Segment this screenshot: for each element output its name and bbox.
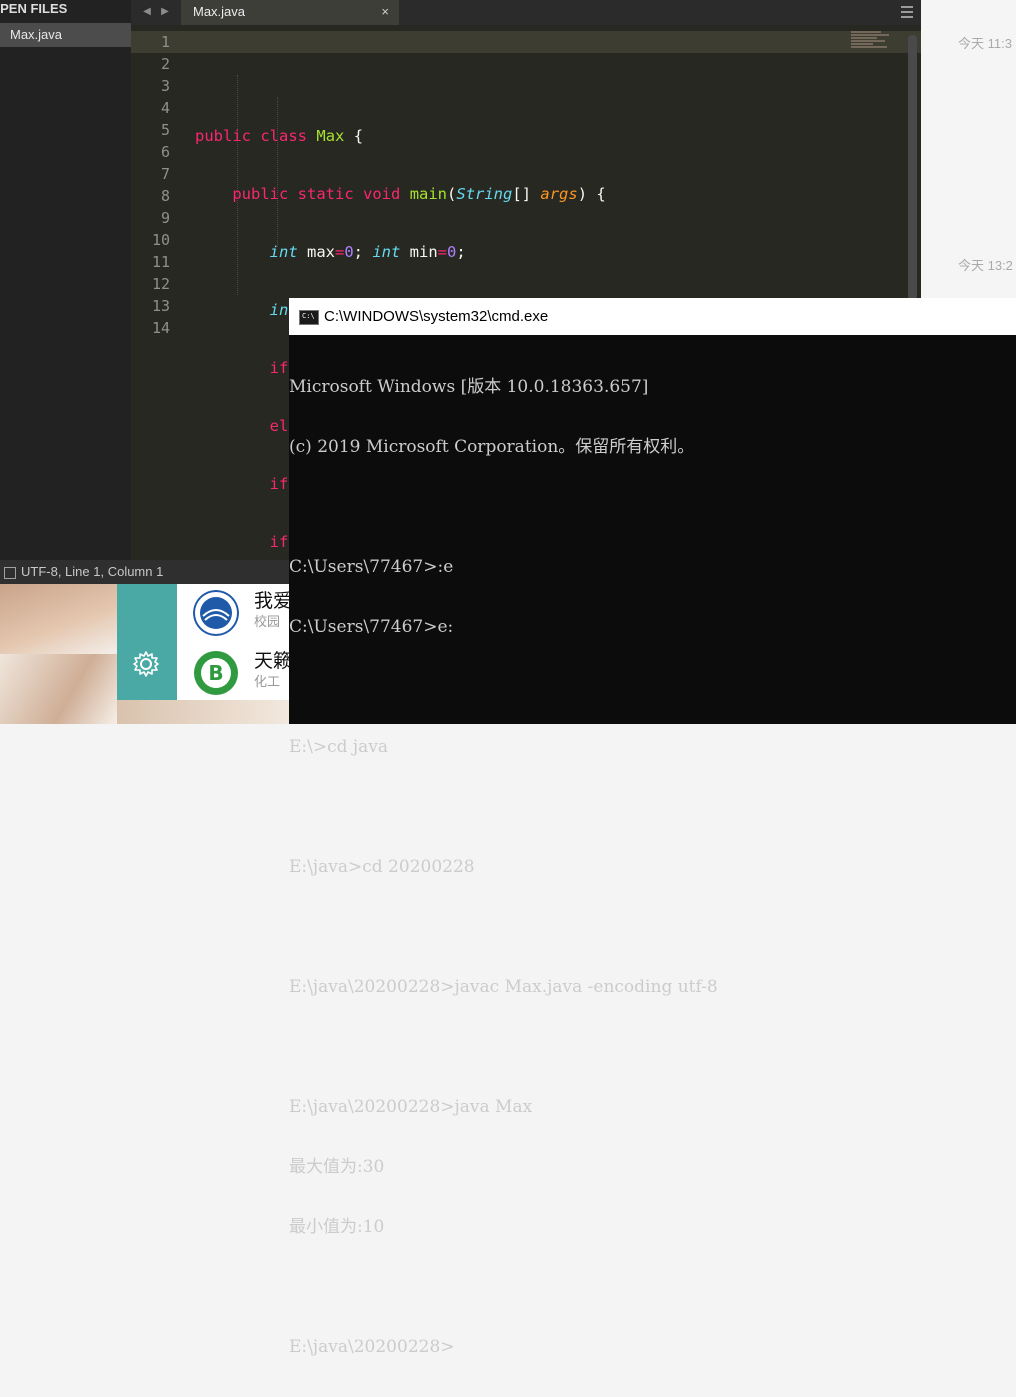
minimap[interactable] bbox=[851, 31, 891, 53]
app-item[interactable]: 我爱 校园 bbox=[177, 584, 289, 642]
cmd-window[interactable]: C:\ C:\WINDOWS\system32\cmd.exe Microsof… bbox=[289, 298, 1016, 1357]
tab-forward-icon[interactable]: ▶ bbox=[156, 0, 174, 25]
line-number: 12 bbox=[151, 275, 170, 293]
cmd-line: Microsoft Windows [版本 10.0.18363.657] bbox=[289, 377, 649, 397]
line-number: 8 bbox=[160, 187, 170, 205]
app-name: 我爱 bbox=[254, 591, 289, 612]
tab-bar: ◀ ▶ Max.java × bbox=[131, 0, 921, 25]
cmd-line: E:\java\20200228>java Max bbox=[289, 1097, 533, 1117]
app-subtitle: 校园 bbox=[254, 614, 281, 629]
code-line: public class Max { bbox=[195, 127, 364, 145]
university-logo-icon bbox=[193, 590, 239, 636]
line-number: 9 bbox=[160, 209, 170, 227]
line-number: 4 bbox=[160, 99, 170, 117]
line-number: 7 bbox=[160, 165, 170, 183]
cmd-line bbox=[289, 917, 1016, 937]
panel-toggle-icon[interactable] bbox=[4, 567, 16, 579]
line-number-gutter: 1 2 3 4 5 6 7 8 9 10 11 12 13 14 bbox=[131, 31, 189, 339]
line-number: 6 bbox=[160, 143, 170, 161]
cmd-line: 最小值为:10 bbox=[289, 1217, 385, 1237]
line-number: 10 bbox=[151, 231, 170, 249]
background-photo bbox=[0, 584, 117, 724]
app-subtitle: 化工 bbox=[254, 674, 281, 689]
open-files-label: OPEN FILES bbox=[0, 1, 68, 16]
chat-timestamp: 今天 11:3 bbox=[958, 36, 1012, 51]
line-number: 14 bbox=[151, 319, 170, 337]
vertical-scrollbar[interactable] bbox=[908, 35, 917, 300]
tab-max-java[interactable]: Max.java × bbox=[181, 0, 399, 25]
line-number: 5 bbox=[160, 121, 170, 139]
cmd-output[interactable]: Microsoft Windows [版本 10.0.18363.657] (c… bbox=[289, 337, 1016, 1397]
svg-text:B: B bbox=[208, 661, 223, 685]
cmd-line bbox=[289, 797, 1016, 817]
cmd-line: C:\Users\77467>e: bbox=[289, 617, 454, 637]
cmd-line bbox=[289, 1277, 1016, 1297]
status-text: UTF-8, Line 1, Column 1 bbox=[21, 564, 164, 579]
tab-label: Max.java bbox=[193, 4, 246, 19]
line-number: 1 bbox=[160, 33, 170, 51]
background-photo bbox=[117, 700, 289, 724]
gear-icon[interactable] bbox=[131, 649, 161, 679]
school-logo-icon: B bbox=[194, 651, 238, 695]
app-name: 天籁 bbox=[254, 651, 289, 672]
line-number: 11 bbox=[151, 253, 170, 271]
cmd-line bbox=[289, 1037, 1016, 1057]
chat-timestamp: 今天 13:2 bbox=[958, 258, 1013, 273]
cmd-line: (c) 2019 Microsoft Corporation。保留所有权利。 bbox=[289, 437, 695, 457]
cmd-line: E:\java\20200228>javac Max.java -encodin… bbox=[289, 977, 718, 997]
cmd-line bbox=[289, 497, 1016, 517]
cmd-line: E:\java\20200228> bbox=[289, 1337, 455, 1357]
cmd-title: C:\WINDOWS\system32\cmd.exe bbox=[324, 308, 549, 325]
sidebar-file-label: Max.java bbox=[10, 27, 63, 42]
line-number: 13 bbox=[151, 297, 170, 315]
tab-back-icon[interactable]: ◀ bbox=[138, 0, 156, 25]
chat-panel: 今天 11:3 今天 13:2 bbox=[921, 0, 1016, 300]
cmd-title-bar[interactable]: C:\ C:\WINDOWS\system32\cmd.exe bbox=[289, 298, 1016, 335]
cmd-line: C:\Users\77467>:e bbox=[289, 557, 454, 577]
cmd-line: E:\java>cd 20200228 bbox=[289, 857, 475, 877]
code-line: int max=0; int min=0; bbox=[269, 243, 466, 261]
sidebar-file-item[interactable]: Max.java bbox=[0, 23, 131, 47]
settings-panel bbox=[117, 584, 177, 700]
cmd-line: 最大值为:30 bbox=[289, 1157, 385, 1177]
line-number: 2 bbox=[160, 55, 170, 73]
cmd-icon: C:\ bbox=[299, 310, 319, 325]
tab-close-icon[interactable]: × bbox=[381, 0, 389, 24]
sidebar-header: OPEN FILES bbox=[0, 0, 131, 20]
status-bar: UTF-8, Line 1, Column 1 bbox=[0, 560, 289, 584]
app-item[interactable]: B 天籁 化工 bbox=[177, 644, 289, 700]
line-number: 3 bbox=[160, 77, 170, 95]
app-list: 我爱 校园 B 天籁 化工 bbox=[177, 584, 289, 700]
cmd-icon-text: C:\ bbox=[302, 312, 315, 320]
cmd-line: E:\>cd java bbox=[289, 737, 389, 757]
cmd-line bbox=[289, 677, 1016, 697]
hamburger-icon[interactable] bbox=[901, 3, 913, 21]
code-line: public static void main(String[] args) { bbox=[232, 185, 606, 203]
sidebar: OPEN FILES Max.java bbox=[0, 0, 131, 560]
